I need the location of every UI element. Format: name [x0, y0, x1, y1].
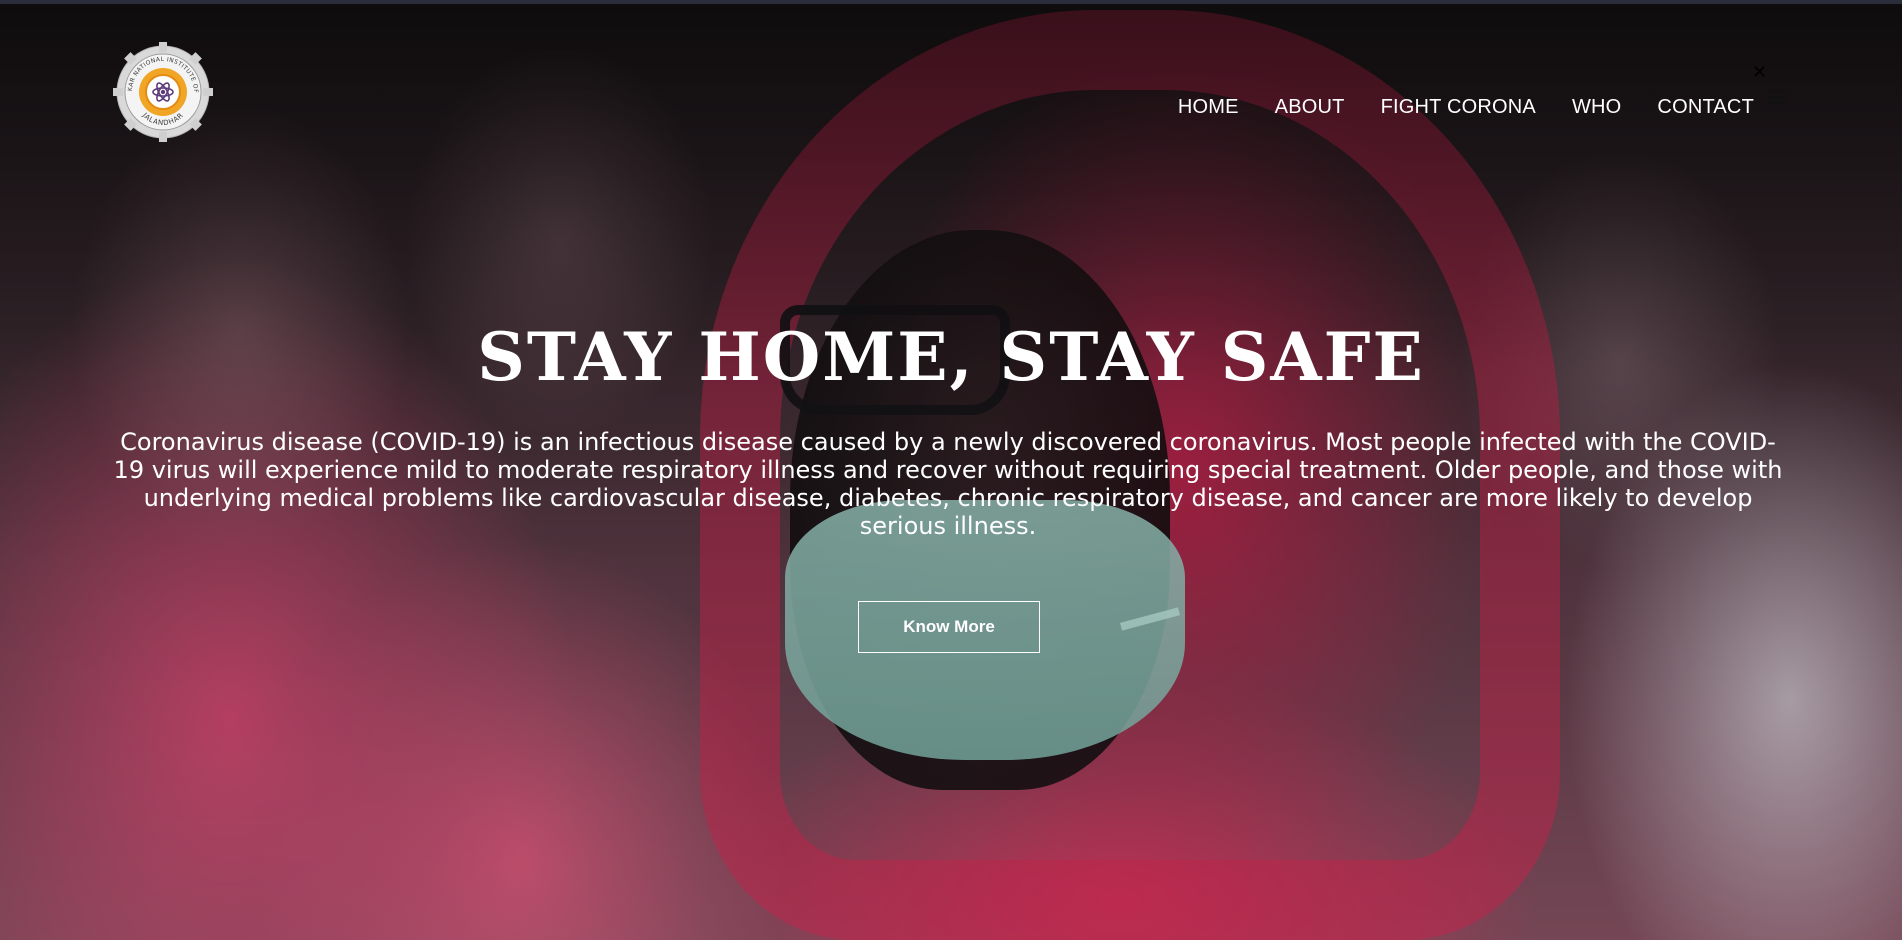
menu-icon[interactable]	[1768, 90, 1786, 106]
main-nav: HOME ABOUT FIGHT CORONA WHO CONTACT	[1178, 96, 1754, 119]
nav-item-home[interactable]: HOME	[1178, 96, 1239, 119]
hero-title: STAY HOME, STAY SAFE	[477, 318, 1425, 396]
close-icon[interactable]: ✕	[1752, 63, 1768, 81]
know-more-button[interactable]: Know More	[858, 601, 1040, 653]
institute-logo[interactable]: DR B R AMBEDKAR NATIONAL INSTITUTE OF TE…	[109, 35, 214, 146]
nav-item-who[interactable]: WHO	[1572, 96, 1621, 119]
hero-description: Coronavirus disease (COVID-19) is an inf…	[113, 428, 1783, 540]
top-border	[0, 0, 1902, 4]
nav-item-fight-corona[interactable]: FIGHT CORONA	[1381, 96, 1536, 119]
page: DR B R AMBEDKAR NATIONAL INSTITUTE OF TE…	[0, 0, 1902, 940]
nav-item-contact[interactable]: CONTACT	[1657, 96, 1754, 119]
nav-item-about[interactable]: ABOUT	[1275, 96, 1345, 119]
